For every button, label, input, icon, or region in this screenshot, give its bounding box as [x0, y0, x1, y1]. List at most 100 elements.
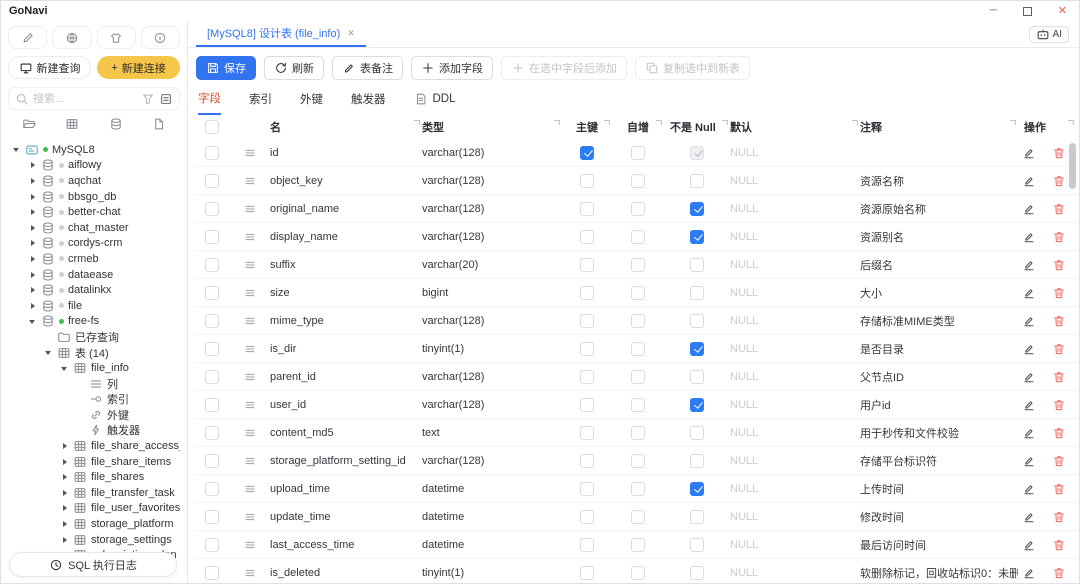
primary-key-checkbox[interactable]: [580, 566, 594, 580]
tree-item[interactable]: 表 (14): [8, 345, 180, 361]
drag-handle-icon[interactable]: [243, 538, 257, 552]
field-name[interactable]: is_dir: [270, 343, 422, 355]
tree-expand-arrow-icon[interactable]: [28, 301, 37, 310]
drag-handle-icon[interactable]: [243, 174, 257, 188]
drag-handle-icon[interactable]: [243, 258, 257, 272]
edit-comment-button[interactable]: [1022, 314, 1036, 328]
close-icon[interactable]: ✕: [1058, 6, 1067, 17]
sql-log-button[interactable]: SQL 执行日志: [9, 552, 177, 577]
table-comment-button[interactable]: 表备注: [332, 56, 403, 80]
tree-expand-arrow-icon[interactable]: [28, 208, 37, 217]
drag-handle-icon[interactable]: [243, 398, 257, 412]
pen-button[interactable]: [8, 26, 47, 49]
auto-increment-checkbox[interactable]: [631, 230, 645, 244]
field-type[interactable]: varchar(128): [422, 315, 562, 327]
scrollbar-thumb[interactable]: [1069, 143, 1076, 189]
tree-item[interactable]: datalinkx: [8, 282, 180, 298]
search-input[interactable]: [33, 93, 137, 105]
not-null-checkbox[interactable]: [690, 342, 704, 356]
view-tab-database[interactable]: [109, 117, 123, 136]
drag-handle-icon[interactable]: [243, 230, 257, 244]
tree-item[interactable]: file_share_access_record: [8, 438, 180, 454]
row-select-checkbox[interactable]: [205, 174, 219, 188]
default-value[interactable]: NULL: [730, 511, 860, 523]
delete-field-button[interactable]: [1052, 146, 1066, 160]
new-query-button[interactable]: 新建查询: [8, 56, 91, 79]
view-tab-file[interactable]: [152, 117, 166, 136]
row-select-checkbox[interactable]: [205, 202, 219, 216]
default-value[interactable]: NULL: [730, 147, 860, 159]
tree-expand-arrow-icon[interactable]: [60, 520, 69, 529]
drag-handle-icon[interactable]: [243, 370, 257, 384]
field-type[interactable]: tinyint(1): [422, 567, 562, 579]
edit-comment-button[interactable]: [1022, 454, 1036, 468]
refresh-button[interactable]: 刷新: [264, 56, 324, 80]
edit-comment-button[interactable]: [1022, 510, 1036, 524]
not-null-checkbox[interactable]: [690, 202, 704, 216]
delete-field-button[interactable]: [1052, 342, 1066, 356]
tree-expand-arrow-icon[interactable]: [28, 239, 37, 248]
drag-handle-icon[interactable]: [243, 314, 257, 328]
not-null-checkbox[interactable]: [690, 566, 704, 580]
column-header-primary-key[interactable]: 主键: [562, 119, 612, 135]
field-name[interactable]: id: [270, 147, 422, 159]
row-select-checkbox[interactable]: [205, 510, 219, 524]
row-select-checkbox[interactable]: [205, 426, 219, 440]
default-value[interactable]: NULL: [730, 287, 860, 299]
edit-comment-button[interactable]: [1022, 202, 1036, 216]
filter-funnel-icon[interactable]: [141, 92, 155, 106]
field-type[interactable]: varchar(128): [422, 371, 562, 383]
delete-field-button[interactable]: [1052, 566, 1066, 580]
tree-expand-arrow-icon[interactable]: [60, 457, 69, 466]
not-null-checkbox[interactable]: [690, 398, 704, 412]
tree-item[interactable]: file_user_favorites: [8, 501, 180, 517]
tab-design-table[interactable]: [MySQL8] 设计表 (file_info) ✕: [196, 21, 366, 47]
edit-comment-button[interactable]: [1022, 258, 1036, 272]
primary-key-checkbox[interactable]: [580, 230, 594, 244]
primary-key-checkbox[interactable]: [580, 314, 594, 328]
edit-comment-button[interactable]: [1022, 286, 1036, 300]
not-null-checkbox[interactable]: [690, 258, 704, 272]
primary-key-checkbox[interactable]: [580, 538, 594, 552]
field-name[interactable]: object_key: [270, 175, 422, 187]
drag-handle-icon[interactable]: [243, 454, 257, 468]
tree-expand-arrow-icon[interactable]: [28, 254, 37, 263]
delete-field-button[interactable]: [1052, 454, 1066, 468]
tree-item[interactable]: MySQL8: [8, 142, 180, 158]
column-header-not-null[interactable]: 不是 Null: [664, 119, 730, 135]
tree-item[interactable]: file_info: [8, 360, 180, 376]
field-name[interactable]: display_name: [270, 231, 422, 243]
tree-item[interactable]: aiflowy: [8, 158, 180, 174]
delete-field-button[interactable]: [1052, 258, 1066, 272]
edit-comment-button[interactable]: [1022, 174, 1036, 188]
tree-expand-arrow-icon[interactable]: [60, 442, 69, 451]
delete-field-button[interactable]: [1052, 426, 1066, 440]
tree-expand-arrow-icon[interactable]: [28, 270, 37, 279]
tree-expand-arrow-icon[interactable]: [60, 535, 69, 544]
auto-increment-checkbox[interactable]: [631, 202, 645, 216]
tree-collapse-arrow-icon[interactable]: [44, 348, 53, 357]
edit-comment-button[interactable]: [1022, 146, 1036, 160]
maximize-icon[interactable]: [1023, 7, 1032, 16]
auto-increment-checkbox[interactable]: [631, 482, 645, 496]
primary-key-checkbox[interactable]: [580, 398, 594, 412]
row-select-checkbox[interactable]: [205, 314, 219, 328]
default-value[interactable]: NULL: [730, 567, 860, 579]
edit-comment-button[interactable]: [1022, 538, 1036, 552]
tree-item[interactable]: aqchat: [8, 173, 180, 189]
delete-field-button[interactable]: [1052, 510, 1066, 524]
tree-item[interactable]: 索引: [8, 392, 180, 408]
view-tab-folder-open[interactable]: [22, 117, 36, 136]
field-name[interactable]: storage_platform_setting_id: [270, 455, 422, 467]
tree-item[interactable]: file: [8, 298, 180, 314]
field-name[interactable]: last_access_time: [270, 539, 422, 551]
drag-handle-icon[interactable]: [243, 146, 257, 160]
primary-key-checkbox[interactable]: [580, 426, 594, 440]
column-header-name[interactable]: 名: [270, 119, 422, 135]
not-null-checkbox[interactable]: [690, 426, 704, 440]
globe-button[interactable]: [52, 26, 91, 49]
row-select-checkbox[interactable]: [205, 538, 219, 552]
row-select-checkbox[interactable]: [205, 482, 219, 496]
view-tab-table-grid[interactable]: [65, 117, 79, 136]
primary-key-checkbox[interactable]: [580, 258, 594, 272]
